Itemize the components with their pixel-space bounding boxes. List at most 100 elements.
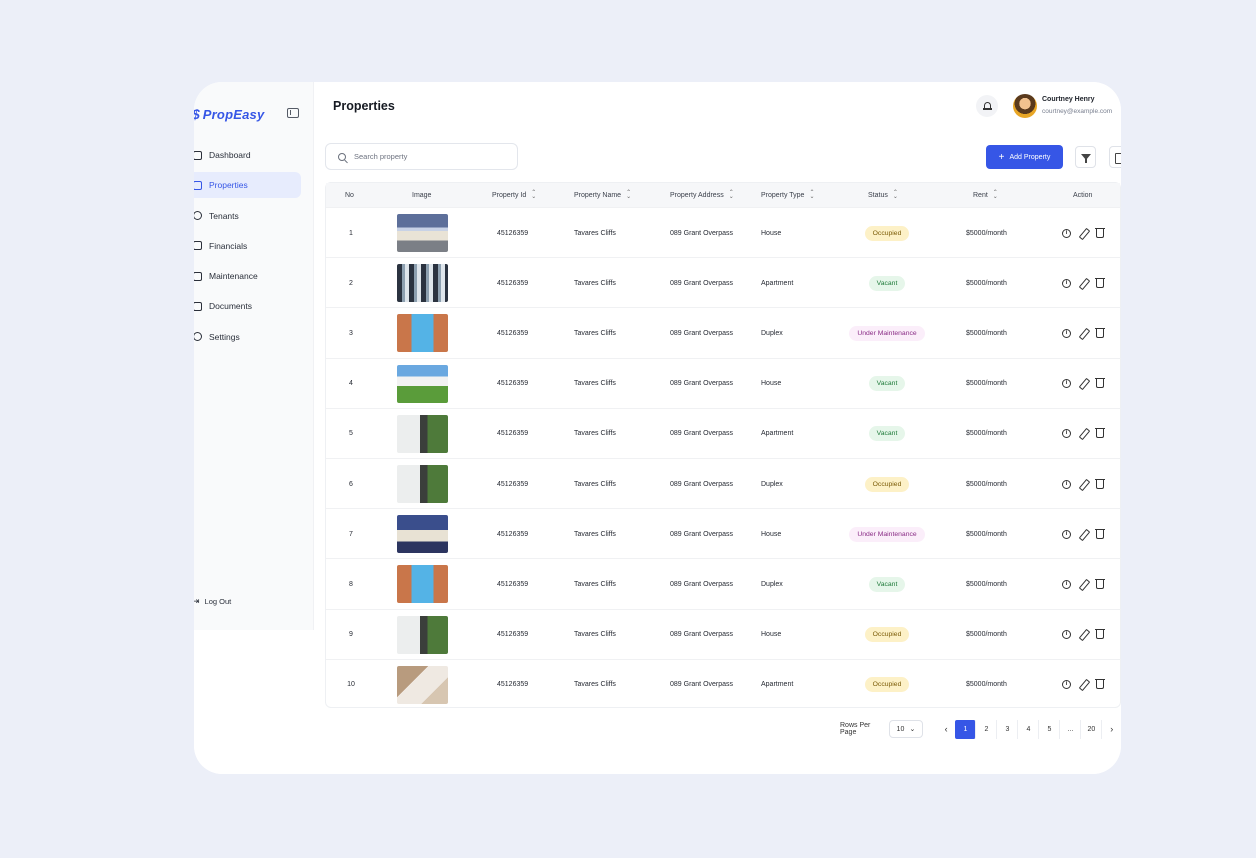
logo[interactable]: $ PropEasy (194, 106, 264, 122)
page-button[interactable]: 20 (1081, 719, 1103, 739)
table-row[interactable]: 5 45126359 Tavares Cliffs 089 Grant Overpas… (326, 407, 1121, 458)
sidebar-item-documents[interactable]: Documents (194, 293, 301, 319)
property-thumbnail[interactable] (397, 515, 448, 554)
info-icon[interactable]: i (1062, 328, 1071, 338)
info-icon[interactable]: i (1062, 529, 1071, 539)
page-button[interactable]: 3 (997, 719, 1019, 739)
info-icon[interactable]: i (1062, 680, 1071, 690)
table-row[interactable]: 7 45126359 Tavares Cliffs 089 Grant Overpas… (326, 508, 1121, 558)
cell-actions: i (1062, 509, 1105, 559)
sidebar-item-dashboard[interactable]: Dashboard (194, 142, 301, 168)
info-icon[interactable]: i (1062, 278, 1071, 288)
info-icon[interactable]: i (1062, 630, 1071, 640)
header-rent[interactable]: Rent ⌃ ⌄ (973, 183, 998, 207)
trash-icon[interactable] (1095, 277, 1105, 288)
sidebar-collapse-icon[interactable] (287, 108, 299, 118)
cell-no: 4 (349, 380, 353, 388)
cell-status: Under Maintenance (826, 509, 948, 559)
user-email: courtney@example.com (1042, 108, 1113, 115)
header-property-type[interactable]: Property Type ⌃ ⌄ (761, 183, 814, 207)
property-thumbnail[interactable] (397, 264, 448, 303)
page-button[interactable]: 4 (1018, 719, 1040, 739)
filter-icon (1080, 154, 1091, 163)
cell-property-type: Duplex (761, 580, 783, 588)
info-icon[interactable]: i (1062, 379, 1071, 389)
sidebar-item-settings[interactable]: Settings (194, 324, 301, 350)
header-property-address[interactable]: Property Address ⌃ ⌄ (670, 183, 734, 207)
prev-page-button[interactable]: ‹ (937, 720, 956, 739)
sidebar-item-tenants[interactable]: Tenants (194, 203, 301, 229)
table-row[interactable]: 1 45126359 Tavares Cliffs 089 Grant Overpas… (326, 207, 1121, 257)
columns-button[interactable] (1109, 146, 1121, 168)
info-icon[interactable]: i (1062, 429, 1071, 439)
cell-property-id: 45126359 (497, 279, 529, 287)
sidebar-item-properties[interactable]: Properties (194, 172, 301, 199)
page-button[interactable]: 1 (955, 719, 977, 739)
hammer-icon (194, 271, 202, 281)
trash-icon[interactable] (1095, 327, 1105, 338)
property-thumbnail[interactable] (397, 364, 448, 403)
trash-icon[interactable] (1095, 428, 1105, 439)
cell-property-id: 45126359 (497, 380, 529, 388)
property-thumbnail[interactable] (397, 414, 448, 453)
table-row[interactable]: 8 45126359 Tavares Cliffs 089 Grant Overpas… (326, 558, 1121, 608)
property-thumbnail[interactable] (397, 314, 448, 353)
trash-icon[interactable] (1095, 478, 1105, 489)
edit-icon[interactable] (1079, 229, 1088, 238)
avatar[interactable] (1013, 94, 1037, 118)
cell-rent: $5000/month (966, 681, 1007, 689)
property-thumbnail[interactable] (397, 565, 448, 604)
edit-icon[interactable] (1079, 630, 1088, 639)
trash-icon[interactable] (1095, 679, 1105, 690)
filter-button[interactable] (1075, 146, 1096, 168)
rows-per-page-select[interactable]: 10 ⌄ (889, 720, 923, 738)
edit-icon[interactable] (1079, 580, 1088, 589)
search-input[interactable] (354, 152, 504, 161)
table-row[interactable]: 4 45126359 Tavares Cliffs 089 Grant Overpas… (326, 357, 1121, 408)
header-property-name[interactable]: Property Name ⌃ ⌄ (574, 183, 631, 207)
header-property-id[interactable]: Property Id ⌃ ⌄ (492, 183, 536, 207)
add-property-button[interactable]: + Add Property (986, 145, 1063, 169)
cell-property-name: Tavares Cliffs (574, 530, 616, 538)
cell-property-name: Tavares Cliffs (574, 380, 616, 388)
gear-icon (194, 332, 202, 342)
page-button[interactable]: 5 (1039, 719, 1061, 739)
info-icon[interactable]: i (1062, 479, 1071, 489)
cell-actions: i (1062, 610, 1105, 660)
edit-icon[interactable] (1079, 429, 1088, 438)
edit-icon[interactable] (1079, 329, 1088, 338)
cell-property-type: Apartment (761, 430, 794, 438)
property-thumbnail[interactable] (397, 615, 448, 654)
trash-icon[interactable] (1095, 227, 1105, 238)
property-thumbnail[interactable] (397, 665, 448, 704)
edit-icon[interactable] (1079, 530, 1088, 539)
property-thumbnail[interactable] (397, 214, 448, 252)
trash-icon[interactable] (1095, 578, 1105, 589)
table-row[interactable]: 2 45126359 Tavares Cliffs 089 Grant Overpas… (326, 257, 1121, 307)
cell-no: 6 (349, 480, 353, 488)
edit-icon[interactable] (1079, 480, 1088, 489)
edit-icon[interactable] (1079, 680, 1088, 689)
trash-icon[interactable] (1095, 629, 1105, 640)
header-status[interactable]: Status ⌃ ⌄ (868, 183, 898, 207)
next-page-button[interactable]: › (1102, 720, 1121, 739)
table-row[interactable]: 6 45126359 Tavares Cliffs 089 Grant Overpas… (326, 458, 1121, 508)
info-icon[interactable]: i (1062, 228, 1071, 238)
home-icon (194, 180, 202, 190)
table-row[interactable]: 10 45126359 Tavares Cliffs 089 Grant Overpa… (326, 658, 1121, 709)
edit-icon[interactable] (1079, 279, 1088, 288)
trash-icon[interactable] (1095, 528, 1105, 539)
edit-icon[interactable] (1079, 379, 1088, 388)
property-thumbnail[interactable] (397, 465, 448, 503)
table-row[interactable]: 9 45126359 Tavares Cliffs 089 Grant Overpas… (326, 608, 1121, 660)
info-icon[interactable]: i (1062, 579, 1071, 589)
trash-icon[interactable] (1095, 378, 1105, 389)
sidebar-item-maintenance[interactable]: Maintenance (194, 263, 301, 289)
page-button[interactable]: 2 (976, 719, 998, 739)
logout-button[interactable]: ⇥ Log Out (194, 596, 231, 607)
header-property-id-label: Property Id (492, 191, 527, 199)
cell-property-name: Tavares Cliffs (574, 430, 616, 438)
notification-button[interactable] (976, 95, 998, 117)
sidebar-item-financials[interactable]: Financials (194, 233, 301, 259)
table-row[interactable]: 3 45126359 Tavares Cliffs 089 Grant Overpas… (326, 307, 1121, 357)
